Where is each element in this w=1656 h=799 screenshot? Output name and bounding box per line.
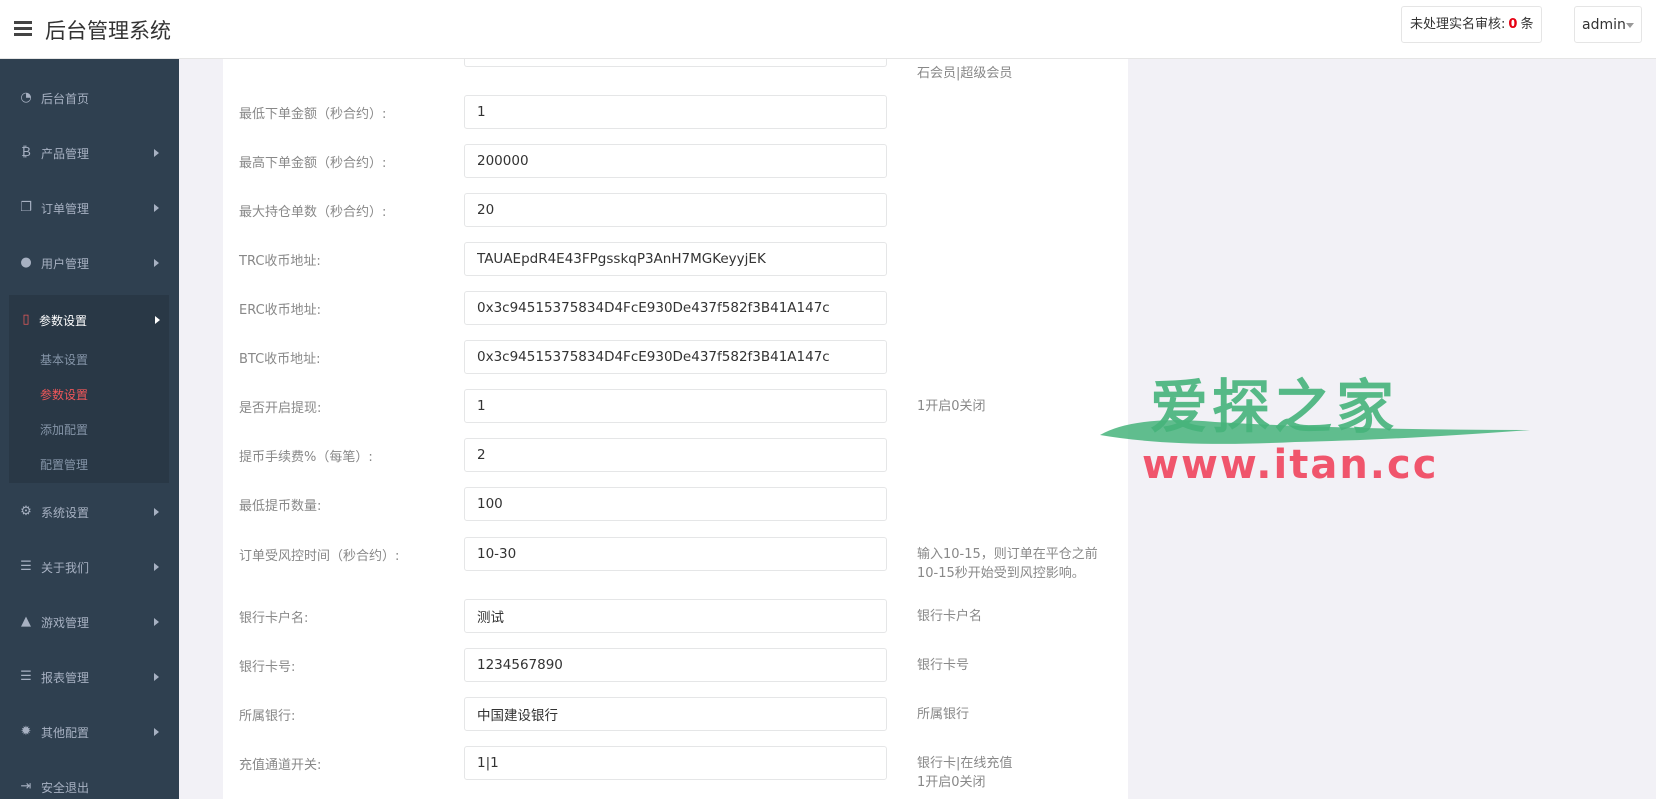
copy-icon: ❐ — [20, 200, 32, 215]
nav-label: 后台首页 — [41, 92, 90, 106]
nav-label: 订单管理 — [41, 202, 90, 216]
field-label: TRC收币地址: — [239, 254, 321, 269]
nav-label: 系统设置 — [41, 506, 90, 520]
nav-label: 产品管理 — [41, 147, 90, 161]
sub-item-basic-settings[interactable]: 基本设置 — [40, 351, 88, 368]
list-icon: ☰ — [20, 559, 32, 574]
max-positions-input[interactable] — [464, 193, 887, 227]
chevron-right-icon — [154, 728, 159, 736]
bank-name-input[interactable] — [464, 697, 887, 731]
field-label: 最低提币数量: — [239, 499, 322, 514]
bitcoin-icon: ₿ — [21, 145, 31, 160]
field-label: 订单受风控时间（秒合约）: — [239, 549, 400, 564]
field-label: 提币手续费%（每笔）: — [239, 450, 373, 465]
chevron-right-icon — [154, 618, 159, 626]
max-order-amount-input[interactable] — [464, 144, 887, 178]
member-level-input[interactable] — [464, 59, 887, 67]
field-hint: 银行卡户名 — [917, 609, 983, 624]
watermark-chinese: 爱探之家 — [1150, 373, 1399, 441]
gear-icon: ✹ — [20, 724, 32, 739]
watermark-logo: 爱探之家 www.itan.cc — [1095, 360, 1535, 500]
pending-verification-notice[interactable]: 未处理实名审核: 0 条 — [1401, 6, 1543, 43]
field-hint: 1开启0关闭 — [917, 399, 986, 414]
field-label: 最低下单金额（秒合约）: — [239, 107, 387, 122]
dashboard-icon: ◔ — [20, 90, 32, 105]
app-title: 后台管理系统 — [45, 19, 171, 43]
sidebar: ◔ 后台首页 ₿ 产品管理 ❐ 订单管理 ● 用户管理 ▯ 参数设置 基本设置 … — [0, 59, 179, 799]
min-order-amount-input[interactable] — [464, 95, 887, 129]
nav-item-orders[interactable]: ❐ 订单管理 — [0, 183, 179, 233]
btc-address-input[interactable] — [464, 340, 887, 374]
notice-count: 0 — [1508, 17, 1518, 32]
nav-label: 关于我们 — [41, 561, 90, 575]
bell-icon: ▲ — [21, 614, 31, 629]
notice-suffix: 条 — [1520, 17, 1534, 32]
list-icon: ☰ — [20, 669, 32, 684]
nav-item-dashboard[interactable]: ◔ 后台首页 — [0, 73, 179, 123]
gears-icon: ⚙ — [20, 504, 32, 519]
field-hint: 1开启0关闭 — [917, 775, 986, 790]
sub-item-add-config[interactable]: 添加配置 — [40, 421, 88, 438]
field-hint: 输入10-15，则订单在平仓之前 — [917, 547, 1098, 562]
field-label: ERC收币地址: — [239, 303, 322, 318]
nav-item-params[interactable]: ▯ 参数设置 — [9, 295, 169, 345]
top-header: 后台管理系统 未处理实名审核: 0 条 admin — [0, 0, 1656, 59]
notice-prefix: 未处理实名审核: — [1410, 17, 1506, 32]
nav-item-other-config[interactable]: ✹ 其他配置 — [0, 707, 179, 757]
chevron-right-icon — [154, 149, 159, 157]
field-label: 银行卡号: — [239, 660, 296, 675]
member-level-hint: 石会员|超级会员 — [917, 66, 1013, 81]
user-icon: ● — [20, 255, 32, 270]
chevron-right-icon — [154, 508, 159, 516]
watermark-url: www.itan.cc — [1142, 442, 1439, 488]
field-label: 最大持仓单数（秒合约）: — [239, 205, 387, 220]
nav-label: 其他配置 — [41, 726, 90, 740]
field-hint: 银行卡|在线充值 — [917, 756, 1013, 771]
field-label: 所属银行: — [239, 709, 296, 724]
field-hint: 10-15秒开始受到风控影响。 — [917, 566, 1085, 581]
field-label: 最高下单金额（秒合约）: — [239, 156, 387, 171]
chevron-right-icon — [154, 673, 159, 681]
chevron-right-icon — [154, 204, 159, 212]
bank-account-name-input[interactable] — [464, 599, 887, 633]
bank-card-number-input[interactable] — [464, 648, 887, 682]
field-label: 银行卡户名: — [239, 611, 309, 626]
file-icon: ▯ — [22, 312, 30, 327]
nav-group-params: ▯ 参数设置 基本设置 参数设置 添加配置 配置管理 — [9, 295, 169, 483]
hamburger-menu-icon[interactable] — [14, 21, 32, 36]
nav-label: 参数设置 — [39, 314, 88, 328]
risk-control-time-input[interactable] — [464, 537, 887, 571]
field-hint: 所属银行 — [917, 707, 970, 722]
withdraw-enabled-input[interactable] — [464, 389, 887, 423]
sub-item-config-management[interactable]: 配置管理 — [40, 456, 88, 473]
chevron-right-icon — [154, 259, 159, 267]
trc-address-input[interactable] — [464, 242, 887, 276]
nav-item-reports[interactable]: ☰ 报表管理 — [0, 652, 179, 702]
recharge-channel-input[interactable] — [464, 746, 887, 780]
field-label: BTC收币地址: — [239, 352, 321, 367]
min-withdraw-input[interactable] — [464, 487, 887, 521]
field-hint: 银行卡号 — [917, 658, 970, 673]
nav-label: 安全退出 — [41, 781, 90, 795]
chevron-right-icon — [155, 316, 160, 324]
nav-item-about-us[interactable]: ☰ 关于我们 — [0, 542, 179, 592]
withdraw-fee-input[interactable] — [464, 438, 887, 472]
user-name: admin — [1582, 17, 1626, 33]
field-label: 是否开启提现: — [239, 401, 322, 416]
nav-label: 游戏管理 — [41, 616, 90, 630]
caret-down-icon — [1626, 23, 1634, 28]
nav-item-logout[interactable]: ⇥ 安全退出 — [0, 762, 179, 799]
erc-address-input[interactable] — [464, 291, 887, 325]
nav-label: 用户管理 — [41, 257, 90, 271]
chevron-right-icon — [154, 563, 159, 571]
nav-label: 报表管理 — [41, 671, 90, 685]
nav-item-system-settings[interactable]: ⚙ 系统设置 — [0, 487, 179, 537]
sub-item-param-settings[interactable]: 参数设置 — [40, 386, 88, 403]
nav-item-users[interactable]: ● 用户管理 — [0, 238, 179, 288]
field-label: 充值通道开关: — [239, 758, 322, 773]
nav-item-products[interactable]: ₿ 产品管理 — [0, 128, 179, 178]
sign-out-icon: ⇥ — [20, 779, 32, 794]
user-dropdown[interactable]: admin — [1574, 6, 1642, 43]
nav-item-games[interactable]: ▲ 游戏管理 — [0, 597, 179, 647]
